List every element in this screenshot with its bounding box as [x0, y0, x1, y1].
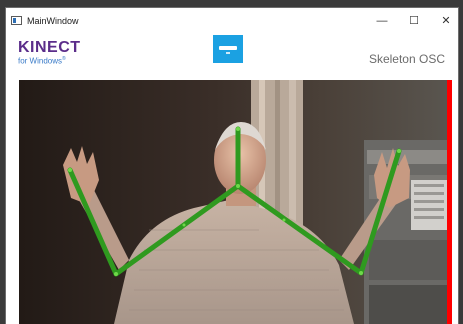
kinect-sensor-icon: [213, 35, 243, 63]
app-title: Skeleton OSC: [368, 52, 445, 66]
registered-mark: ®: [62, 56, 66, 62]
camera-viewport: [19, 80, 452, 324]
app-header: KINECT for Windows® Skeleton OSC: [6, 35, 458, 80]
joint-neck: [236, 184, 240, 188]
sensor-bar: [219, 46, 237, 50]
kinect-logo: KINECT: [18, 39, 81, 56]
kinect-logo-subtitle: for Windows®: [18, 56, 66, 66]
logo-subtitle-text: for Windows: [18, 56, 63, 66]
joint-head: [236, 127, 240, 131]
joint-right-hand: [397, 149, 401, 153]
sensor-base: [226, 52, 230, 54]
joint-right-shoulder: [282, 218, 286, 222]
camera-feed: [19, 80, 452, 324]
main-window: MainWindow — ☐ ✕ KINECT for Windows® Ske…: [6, 8, 458, 324]
joint-left-shoulder: [182, 223, 186, 227]
joint-right-elbow: [359, 271, 363, 275]
window-app-icon: [11, 16, 22, 25]
tracking-status-bar: [447, 80, 452, 324]
title-bar[interactable]: MainWindow — ☐ ✕: [6, 8, 458, 35]
window-title: MainWindow: [27, 16, 79, 26]
close-button[interactable]: ✕: [432, 12, 458, 30]
joint-left-elbow: [114, 272, 118, 276]
joint-left-hand: [68, 168, 72, 172]
minimize-button[interactable]: —: [368, 12, 396, 30]
maximize-button[interactable]: ☐: [400, 12, 428, 30]
